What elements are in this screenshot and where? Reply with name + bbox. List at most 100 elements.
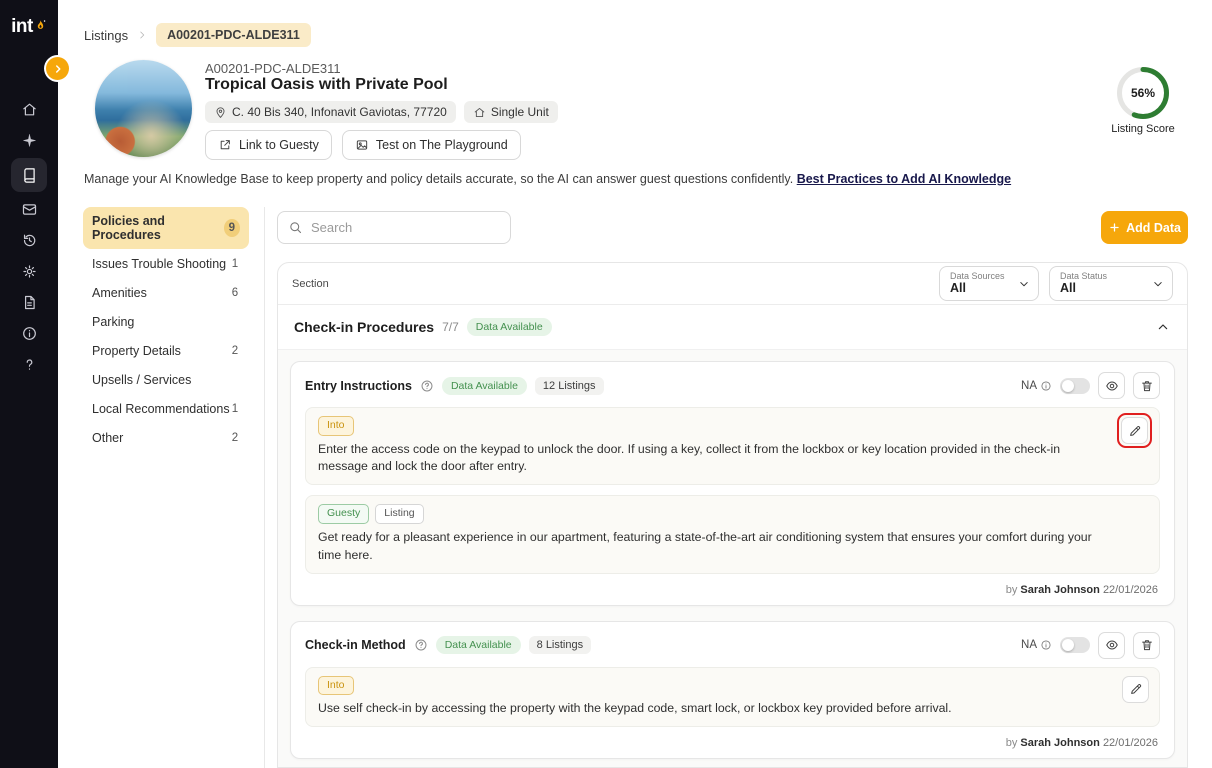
search-icon <box>288 220 303 235</box>
author-name: Sarah Johnson <box>1020 737 1100 750</box>
property-title: Tropical Oasis with Private Pool <box>205 76 448 93</box>
unit-type-chip: Single Unit <box>463 101 558 123</box>
sidebar: int <box>0 0 69 768</box>
info-icon <box>21 325 38 342</box>
card-entry-instructions: Entry Instructions Data Available 12 Lis… <box>290 361 1175 606</box>
status-badge: Data Available <box>441 376 527 395</box>
category-policies[interactable]: Policies and Procedures 9 <box>83 207 249 249</box>
category-other[interactable]: Other 2 <box>83 424 249 452</box>
best-practices-link[interactable]: Best Practices to Add AI Knowledge <box>797 172 1011 186</box>
collapse-section-button[interactable] <box>1155 319 1171 335</box>
category-local-recommendations[interactable]: Local Recommendations 1 <box>83 395 249 423</box>
data-status-filter[interactable]: Data Status All <box>1049 266 1173 301</box>
knowledge-table: Section Data Sources All Data Status All… <box>277 262 1188 768</box>
chevron-down-icon <box>1017 277 1031 291</box>
sidebar-expand-button[interactable] <box>46 57 69 80</box>
sidebar-item-history[interactable] <box>11 225 47 256</box>
section-progress: 7/7 <box>442 320 459 334</box>
knowledge-book-icon <box>21 167 38 184</box>
chevron-up-icon <box>1155 319 1171 335</box>
house-icon <box>473 106 486 119</box>
edit-date: 22/01/2026 <box>1102 583 1158 596</box>
section-header[interactable]: Check-in Procedures 7/7 Data Available <box>278 305 1187 350</box>
home-icon <box>21 101 38 118</box>
section-status-badge: Data Available <box>466 318 552 336</box>
logo-text: int <box>11 16 33 37</box>
sidebar-nav <box>11 94 47 380</box>
intro-text: Manage your AI Knowledge Base to keep pr… <box>84 172 1012 186</box>
edit-button[interactable] <box>1121 417 1148 444</box>
header-actions: Link to Guesty Test on The Playground <box>205 130 521 160</box>
tag-guesty: Guesty <box>318 504 370 524</box>
sidebar-item-settings[interactable] <box>11 256 47 287</box>
delete-button[interactable] <box>1133 372 1160 399</box>
document-icon <box>21 294 38 311</box>
settings-gear-icon <box>21 263 38 280</box>
listings-count-chip[interactable]: 8 Listings <box>528 636 592 655</box>
pencil-icon <box>1129 682 1143 696</box>
property-photo <box>95 60 192 157</box>
cards-container: Entry Instructions Data Available 12 Lis… <box>278 350 1187 767</box>
property-code: A00201-PDC-ALDE311 <box>205 61 341 76</box>
delete-button[interactable] <box>1133 631 1160 659</box>
search-input[interactable] <box>311 220 500 235</box>
image-icon <box>355 138 369 152</box>
entry-text: Get ready for a pleasant experience in o… <box>318 529 1092 562</box>
question-circle-icon[interactable] <box>414 638 428 652</box>
add-data-button[interactable]: Add Data <box>1101 211 1188 244</box>
sidebar-item-home[interactable] <box>11 94 47 125</box>
listings-count-chip[interactable]: 12 Listings <box>534 376 604 395</box>
breadcrumb-listings[interactable]: Listings <box>84 28 128 43</box>
card-header: Check-in Method Data Available 8 Listing… <box>291 622 1174 667</box>
category-count-badge: 9 <box>223 219 240 237</box>
search-box[interactable] <box>277 211 511 244</box>
sidebar-item-documents[interactable] <box>11 287 47 318</box>
author-name: Sarah Johnson <box>1020 583 1100 596</box>
category-issues[interactable]: Issues Trouble Shooting 1 <box>83 250 249 278</box>
eye-icon <box>1105 638 1119 652</box>
category-property-details[interactable]: Property Details 2 <box>83 337 249 365</box>
section-title: Check-in Procedures <box>294 319 435 335</box>
address-text: C. 40 Bis 340, Infonavit Gaviotas, 77720 <box>232 105 447 119</box>
na-label: NA <box>1021 380 1052 392</box>
trash-icon <box>1140 638 1154 652</box>
category-parking[interactable]: Parking <box>83 308 249 336</box>
sidebar-item-info[interactable] <box>11 318 47 349</box>
link-to-guesty-button[interactable]: Link to Guesty <box>205 130 332 160</box>
edit-button[interactable] <box>1122 675 1149 703</box>
sidebar-item-ai[interactable] <box>11 125 47 156</box>
preview-button[interactable] <box>1098 631 1125 659</box>
trash-icon <box>1140 379 1154 393</box>
sidebar-item-help[interactable] <box>11 349 47 380</box>
listing-score-ring: 56% <box>1117 67 1169 119</box>
category-upsells[interactable]: Upsells / Services <box>83 366 249 394</box>
category-list: Policies and Procedures 9 Issues Trouble … <box>83 207 265 768</box>
na-toggle[interactable] <box>1060 377 1090 394</box>
tag-into: Into <box>318 675 354 696</box>
test-playground-button[interactable]: Test on The Playground <box>341 130 521 160</box>
edit-wrap <box>1122 675 1149 703</box>
sparkles-icon <box>21 132 38 149</box>
address-chip: C. 40 Bis 340, Infonavit Gaviotas, 77720 <box>205 101 456 123</box>
card-title: Check-in Method <box>305 638 406 653</box>
data-sources-filter[interactable]: Data Sources All <box>939 266 1039 301</box>
external-link-icon <box>218 138 232 152</box>
table-header-row: Section Data Sources All Data Status All <box>278 263 1187 305</box>
sidebar-item-inbox[interactable] <box>11 194 47 225</box>
help-icon <box>21 356 38 373</box>
listing-score: 56% Listing Score <box>1107 66 1179 135</box>
entry-guesty-listing: Guesty Listing Get ready for a pleasant … <box>305 495 1160 574</box>
sidebar-item-knowledge[interactable] <box>11 158 47 192</box>
score-label: Listing Score <box>1111 123 1175 135</box>
breadcrumb: Listings A00201-PDC-ALDE311 <box>84 23 311 47</box>
preview-button[interactable] <box>1098 372 1125 399</box>
na-label: NA <box>1021 639 1052 651</box>
chevron-right-icon <box>136 29 148 41</box>
category-amenities[interactable]: Amenities 6 <box>83 279 249 307</box>
info-icon <box>1040 639 1052 651</box>
breadcrumb-current[interactable]: A00201-PDC-ALDE311 <box>156 23 311 47</box>
na-toggle[interactable] <box>1060 637 1090 654</box>
card-check-in-method: Check-in Method Data Available 8 Listing… <box>290 620 1175 760</box>
question-circle-icon[interactable] <box>420 379 434 393</box>
entry-text: Enter the access code on the keypad to u… <box>318 441 1061 474</box>
